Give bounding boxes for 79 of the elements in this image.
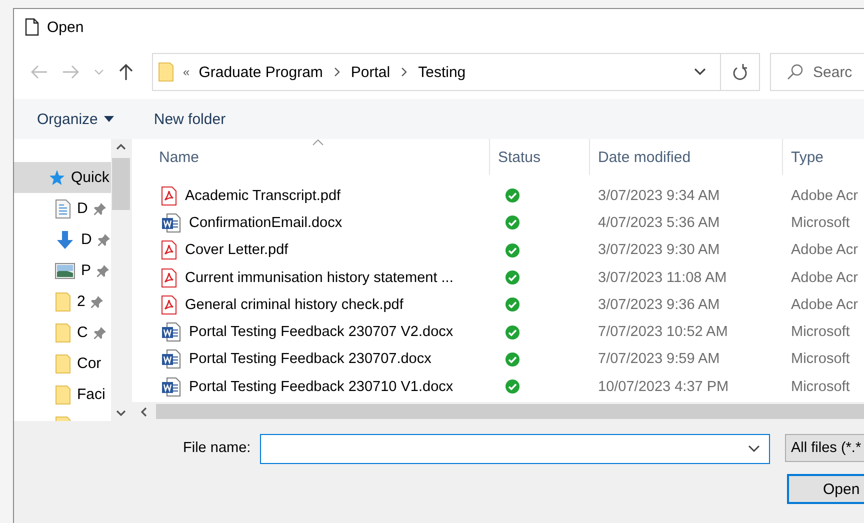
date-cell: 4/07/2023 5:36 AM: [598, 214, 720, 231]
column-header[interactable]: Name: [132, 139, 490, 175]
nav-item[interactable]: D: [14, 193, 111, 224]
date-cell: 7/07/2023 10:52 AM: [598, 324, 728, 340]
nav-item[interactable]: 2: [14, 286, 111, 317]
nav-item[interactable]: Quick: [14, 162, 111, 193]
column-header[interactable]: Date modified: [590, 139, 783, 175]
word-document-icon: [161, 349, 181, 370]
pdf-icon: [161, 268, 177, 288]
breadcrumb[interactable]: Testing: [418, 64, 466, 80]
landscape-icon: [55, 262, 75, 278]
scrollbar-thumb[interactable]: [156, 404, 864, 419]
folder-icon: [55, 292, 71, 312]
date-cell: 7/07/2023 9:59 AM: [598, 351, 720, 368]
type-cell: Adobe Acr: [791, 242, 858, 258]
date-cell: 3/07/2023 9:34 AM: [598, 188, 720, 204]
file-name[interactable]: Cover Letter.pdf: [185, 242, 288, 258]
column-header[interactable]: Status: [490, 139, 590, 175]
search-icon: [787, 64, 803, 80]
chevron-icon: [332, 67, 342, 77]
nav-item[interactable]: Cor: [14, 348, 111, 379]
word-document-icon: [161, 376, 181, 397]
type-cell: Adobe Acr: [791, 270, 858, 286]
breadcrumb[interactable]: Portal: [350, 64, 390, 80]
file-name[interactable]: Academic Transcript.pdf: [185, 188, 341, 204]
file-name[interactable]: Portal Testing Feedback 230707.docx: [189, 351, 432, 368]
type-cell: Adobe Acr: [791, 188, 858, 204]
type-cell: Adobe Acr: [791, 296, 858, 313]
address-bar[interactable]: « Graduate Program Portal Testing: [152, 53, 760, 91]
file-name[interactable]: Portal Testing Feedback 230707 V2.docx: [189, 324, 454, 340]
sort-caret-icon: [312, 139, 324, 146]
chevron-icon: [399, 67, 410, 77]
folder-icon: [158, 62, 174, 82]
nav-item[interactable]: Faci: [14, 379, 111, 410]
nav-item[interactable]: D: [14, 224, 111, 255]
dropdown-caret-icon[interactable]: [693, 67, 707, 77]
breadcrumb-overflow[interactable]: «: [183, 65, 190, 79]
type-cell: Microsoft: [791, 214, 850, 231]
date-cell: 3/07/2023 9:30 AM: [598, 242, 720, 258]
pdf-icon: [161, 240, 177, 260]
down-arrow-icon: [55, 230, 75, 250]
date-cell: 10/07/2023 4:37 PM: [598, 378, 729, 395]
file-type-dropdown[interactable]: All files (*.*: [785, 434, 864, 462]
file-name[interactable]: Portal Testing Feedback 230710 V1.docx: [189, 378, 454, 395]
refresh-icon[interactable]: [732, 63, 748, 81]
pdf-icon: [161, 186, 177, 206]
date-cell: 3/07/2023 9:36 AM: [598, 296, 720, 313]
caret-icon: [104, 116, 114, 122]
column-header[interactable]: Type: [783, 139, 864, 175]
document-icon: [55, 198, 71, 218]
type-cell: Microsoft: [791, 351, 850, 368]
nav-item[interactable]: C: [14, 317, 111, 348]
dropdown-caret-icon[interactable]: [747, 444, 761, 454]
breadcrumb[interactable]: Graduate Program: [198, 64, 323, 80]
scrollbar-thumb[interactable]: [112, 158, 130, 210]
window-title: Open: [47, 18, 84, 36]
document-icon: [25, 18, 39, 36]
folder-icon: [55, 322, 71, 342]
new-folder-button[interactable]: New folder: [154, 110, 226, 128]
nav-item[interactable]: P: [14, 255, 111, 286]
search-field[interactable]: Searc: [770, 53, 864, 91]
scroll-left-icon[interactable]: [139, 406, 149, 418]
folder-icon: [55, 354, 71, 374]
organize-menu[interactable]: Organize: [37, 110, 114, 128]
pdf-icon: [161, 294, 177, 315]
open-button[interactable]: Open: [787, 474, 864, 504]
file-name[interactable]: General criminal history check.pdf: [185, 296, 404, 313]
folder-icon: [55, 384, 71, 404]
word-document-icon: [161, 322, 181, 342]
word-document-icon: [161, 212, 181, 233]
star-icon: [47, 168, 65, 186]
file-name[interactable]: Current immunisation history statement ...: [185, 270, 454, 286]
type-cell: Microsoft: [791, 324, 850, 340]
file-name-field[interactable]: [260, 434, 770, 464]
file-name[interactable]: ConfirmationEmail.docx: [189, 214, 342, 231]
file-name-label: File name:: [183, 440, 251, 456]
date-cell: 3/07/2023 11:08 AM: [598, 270, 727, 286]
type-cell: Microsoft: [791, 378, 850, 395]
up-arrow-icon[interactable]: [118, 63, 134, 81]
